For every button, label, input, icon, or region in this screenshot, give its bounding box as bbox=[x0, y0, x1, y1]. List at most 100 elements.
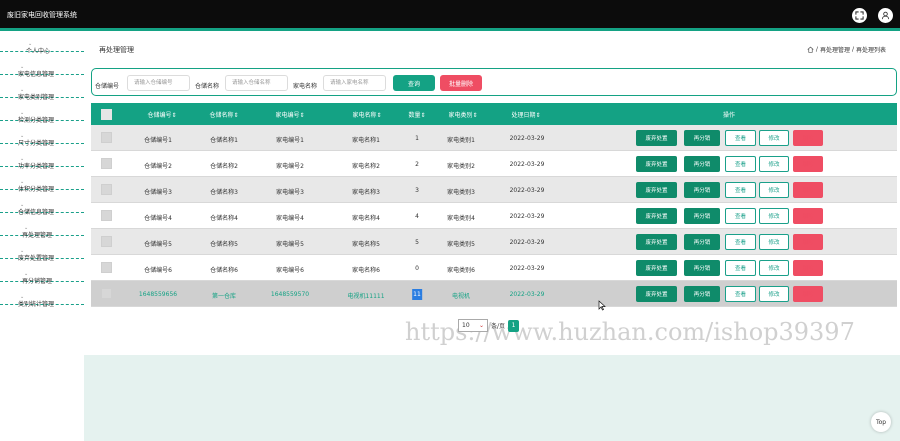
sidebar-item-label: 家电类别管理 bbox=[18, 94, 55, 101]
view-button[interactable]: 查看 bbox=[725, 182, 756, 198]
redistribute-button[interactable]: 再分销 bbox=[684, 234, 720, 250]
home-icon[interactable] bbox=[807, 46, 814, 53]
row-checkbox[interactable] bbox=[101, 288, 112, 299]
discard-button[interactable]: 废弃处置 bbox=[636, 234, 677, 250]
row-checkbox[interactable] bbox=[101, 132, 112, 143]
user-icon[interactable] bbox=[878, 8, 893, 23]
redistribute-button[interactable]: 再分销 bbox=[684, 208, 720, 224]
column-header[interactable]: 家电类别⇕ bbox=[448, 110, 477, 119]
column-header[interactable]: 仓储编号⇕ bbox=[147, 110, 176, 119]
sidebar-item-label: 再分销管理 bbox=[22, 278, 53, 285]
accent-strip bbox=[0, 28, 900, 31]
view-button[interactable]: 查看 bbox=[725, 234, 756, 250]
cell-appliance-name: 家电名称5 bbox=[352, 241, 380, 248]
view-button[interactable]: 查看 bbox=[725, 130, 756, 146]
sidebar-item-label: 类别统计管理 bbox=[18, 301, 55, 308]
page-size-select[interactable]: 10 ⌄ bbox=[458, 319, 488, 332]
batch-delete-button[interactable]: 批量删除 bbox=[440, 75, 482, 91]
redistribute-button[interactable]: 再分销 bbox=[684, 130, 720, 146]
cell-appliance-name: 家电名称3 bbox=[352, 189, 380, 196]
view-button[interactable]: 查看 bbox=[725, 208, 756, 224]
edit-button[interactable]: 修改 bbox=[759, 130, 789, 146]
appliance-name-input[interactable] bbox=[323, 75, 386, 91]
query-button[interactable]: 查询 bbox=[393, 75, 435, 91]
discard-button[interactable]: 废弃处置 bbox=[636, 208, 677, 224]
redistribute-button[interactable]: 再分销 bbox=[684, 182, 720, 198]
sidebar-item-appliance-info[interactable]: 家电信息管理 ⌄ bbox=[0, 57, 84, 78]
edit-button[interactable]: 修改 bbox=[759, 208, 789, 224]
view-button[interactable]: 查看 bbox=[725, 156, 756, 172]
scroll-top-button[interactable]: Top bbox=[871, 412, 891, 432]
discard-button[interactable]: 废弃处置 bbox=[636, 260, 677, 276]
delete-button[interactable]: 删除 bbox=[793, 286, 823, 302]
sidebar-item-reprocess[interactable]: 再处理管理 ⌄ bbox=[0, 218, 84, 239]
delete-button[interactable]: 删除 bbox=[793, 260, 823, 276]
row-checkbox[interactable] bbox=[101, 210, 112, 221]
sidebar-item-category-stats[interactable]: 类别统计管理 ⌄ bbox=[0, 287, 84, 308]
delete-button[interactable]: 删除 bbox=[793, 208, 823, 224]
sidebar-item-size[interactable]: 尺寸分类管理 ⌄ bbox=[0, 126, 84, 147]
sidebar-item-inspection[interactable]: 检测分类管理 ⌄ bbox=[0, 103, 84, 124]
breadcrumb-separator: / bbox=[851, 46, 854, 53]
table-row: 仓储编号6 仓储名称6 家电编号6 家电名称6 0 家电类别6 2022-03-… bbox=[91, 255, 897, 281]
chevron-down-icon: ⌄ bbox=[478, 322, 484, 329]
edit-button[interactable]: 修改 bbox=[759, 260, 789, 276]
row-checkbox[interactable] bbox=[101, 262, 112, 273]
redistribute-button[interactable]: 再分销 bbox=[684, 260, 720, 276]
cell-storage-no: 仓储编号4 bbox=[144, 215, 172, 222]
edit-button[interactable]: 修改 bbox=[759, 286, 789, 302]
app-title: 废旧家电回收管理系统 bbox=[7, 11, 77, 19]
page-size-suffix: 条/页 bbox=[491, 323, 506, 330]
sort-icon: ⇕ bbox=[299, 112, 305, 119]
storage-no-input[interactable] bbox=[127, 75, 190, 91]
storage-name-input[interactable] bbox=[225, 75, 288, 91]
row-checkbox[interactable] bbox=[101, 158, 112, 169]
breadcrumb-item[interactable]: 再处理管理 bbox=[820, 45, 850, 54]
sidebar-item-storage[interactable]: 仓储信息管理 ⌄ bbox=[0, 195, 84, 216]
edit-button[interactable]: 修改 bbox=[759, 234, 789, 250]
delete-button[interactable]: 删除 bbox=[793, 182, 823, 198]
edit-button[interactable]: 修改 bbox=[759, 156, 789, 172]
cell-storage-no: 仓储编号1 bbox=[144, 137, 172, 144]
column-header[interactable]: 仓储名称⇕ bbox=[209, 110, 238, 119]
cell-appliance-name: 家电名称4 bbox=[352, 215, 380, 222]
page-number-current[interactable]: 1 bbox=[508, 319, 520, 332]
redistribute-button[interactable]: 再分销 bbox=[684, 156, 720, 172]
sidebar-item-redistribution[interactable]: 再分销管理 ⌄ bbox=[0, 264, 84, 285]
sort-icon: ⇕ bbox=[376, 112, 382, 119]
discard-button[interactable]: 废弃处置 bbox=[636, 156, 677, 172]
cell-appliance-no: 家电编号2 bbox=[276, 163, 304, 170]
breadcrumb: / 再处理管理 / 再处理列表 bbox=[807, 45, 886, 54]
discard-button[interactable]: 废弃处置 bbox=[636, 286, 677, 302]
column-header[interactable]: 家电编号⇕ bbox=[275, 110, 304, 119]
row-checkbox[interactable] bbox=[101, 184, 112, 195]
column-header[interactable]: 数量⇕ bbox=[408, 110, 425, 119]
select-all-checkbox[interactable] bbox=[101, 109, 112, 120]
view-button[interactable]: 查看 bbox=[725, 286, 756, 302]
column-header[interactable]: 处理日期⇕ bbox=[511, 110, 540, 119]
column-header[interactable]: 家电名称⇕ bbox=[352, 110, 381, 119]
cell-quantity: 0 bbox=[415, 265, 419, 272]
sort-icon: ⇕ bbox=[171, 112, 177, 119]
cell-quantity: 2 bbox=[415, 161, 419, 168]
page-size-value: 10 bbox=[462, 322, 470, 329]
cell-storage-name: 仓储名称2 bbox=[210, 163, 238, 170]
sidebar-item-volume[interactable]: 体积分类管理 ⌄ bbox=[0, 172, 84, 193]
cell-storage-name: 仓储名称3 bbox=[210, 189, 238, 196]
discard-button[interactable]: 废弃处置 bbox=[636, 182, 677, 198]
sidebar-item-personal-center[interactable]: 个人中心 ⌄ bbox=[0, 34, 84, 55]
cell-appliance-no: 家电编号5 bbox=[276, 241, 304, 248]
delete-button[interactable]: 删除 bbox=[793, 156, 823, 172]
sidebar-item-disposal[interactable]: 废弃处置管理 ⌄ bbox=[0, 241, 84, 262]
table-row: 1648559656 第一仓库 1648559570 电视机11111 11 电… bbox=[91, 281, 897, 307]
discard-button[interactable]: 废弃处置 bbox=[636, 130, 677, 146]
view-button[interactable]: 查看 bbox=[725, 260, 756, 276]
sidebar-item-power[interactable]: 功率分类管理 ⌄ bbox=[0, 149, 84, 170]
redistribute-button[interactable]: 再分销 bbox=[684, 286, 720, 302]
edit-button[interactable]: 修改 bbox=[759, 182, 789, 198]
delete-button[interactable]: 删除 bbox=[793, 234, 823, 250]
row-checkbox[interactable] bbox=[101, 236, 112, 247]
fullscreen-icon[interactable] bbox=[852, 8, 867, 23]
sidebar-item-appliance-category[interactable]: 家电类别管理 ⌄ bbox=[0, 80, 84, 101]
delete-button[interactable]: 删除 bbox=[793, 130, 823, 146]
